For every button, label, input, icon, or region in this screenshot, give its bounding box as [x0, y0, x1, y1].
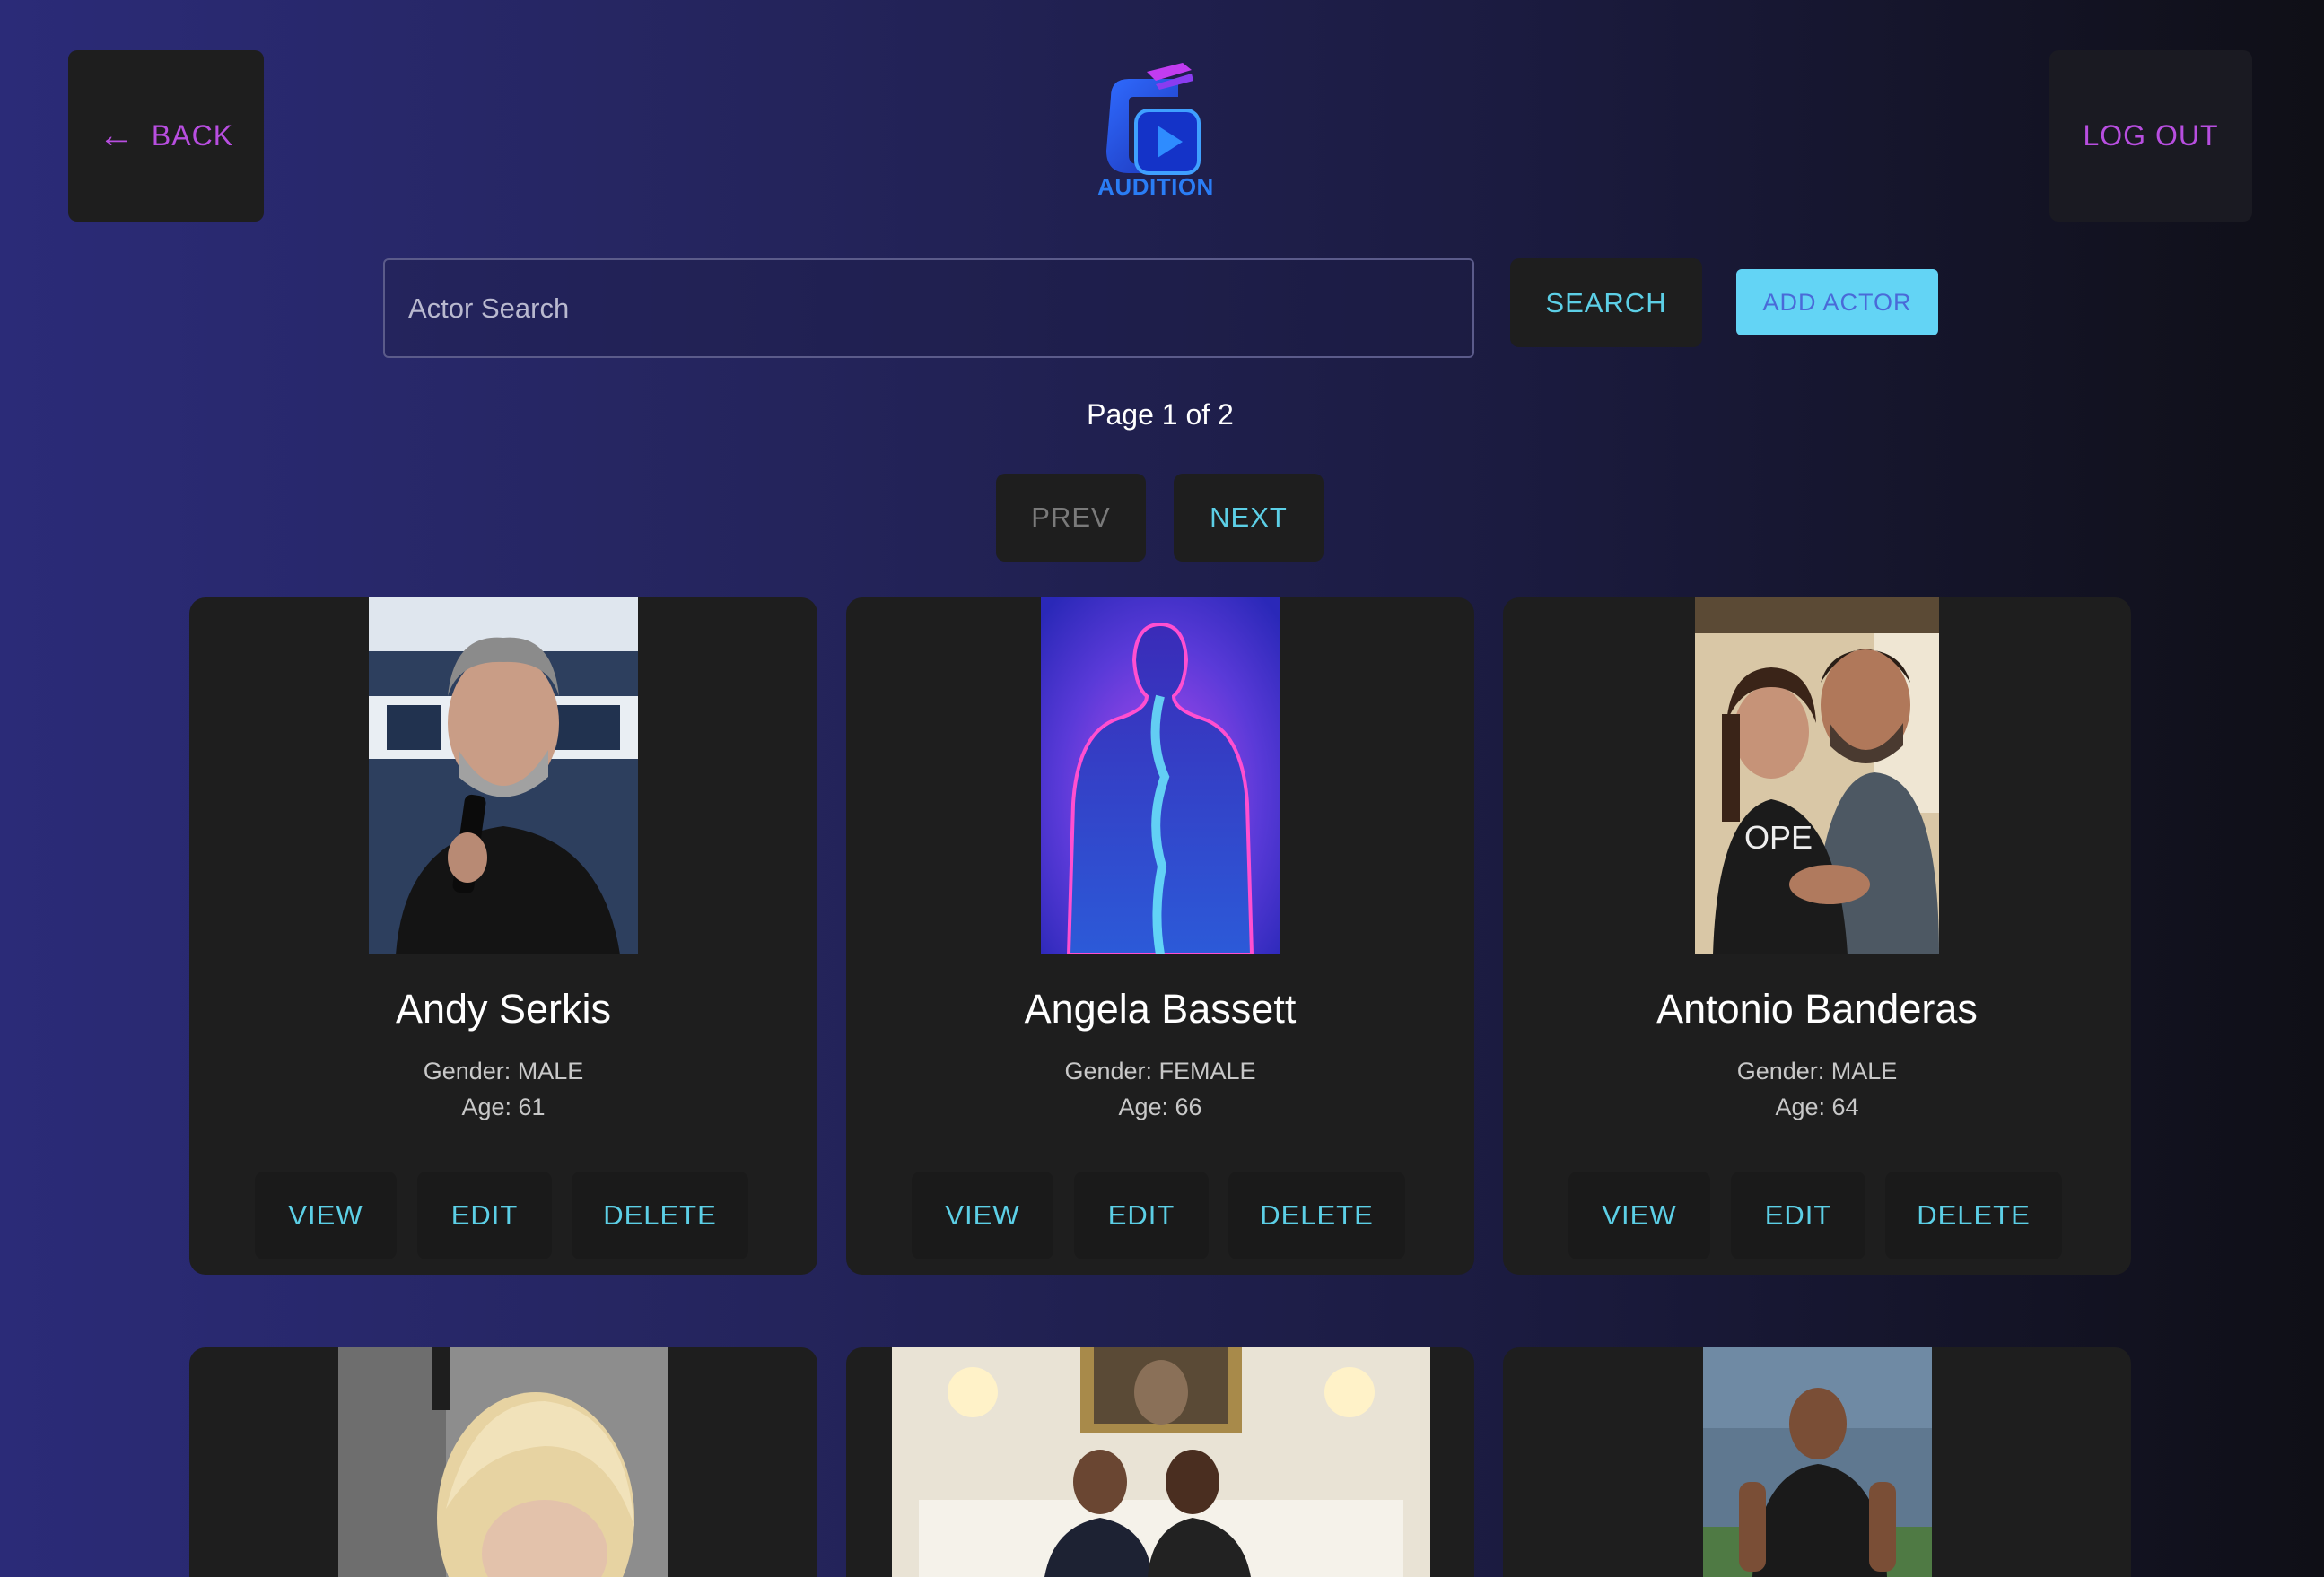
search-button[interactable]: SEARCH: [1510, 258, 1702, 347]
actor-name: Antonio Banderas: [1656, 986, 1978, 1032]
actor-name: Angela Bassett: [1024, 986, 1297, 1032]
edit-button[interactable]: EDIT: [417, 1172, 552, 1259]
actor-name: Andy Serkis: [395, 986, 612, 1032]
actor-photo: [892, 1347, 1430, 1577]
actor-card: [1503, 1347, 2131, 1577]
delete-button[interactable]: DELETE: [1885, 1172, 2062, 1259]
actor-photo: OPE: [1695, 597, 1939, 954]
delete-button[interactable]: DELETE: [1228, 1172, 1405, 1259]
arrow-left-icon: ←: [98, 116, 135, 155]
actor-photo: [338, 1347, 668, 1577]
actor-age: Age: 64: [1775, 1093, 1859, 1120]
actor-card: OPE Antonio Banderas Gender: MALE Age: 6…: [1503, 597, 2131, 1275]
back-button[interactable]: ← BACK: [68, 50, 264, 222]
actor-card: [846, 1347, 1474, 1577]
actor-gender: Gender: MALE: [423, 1058, 584, 1085]
edit-button[interactable]: EDIT: [1731, 1172, 1865, 1259]
actor-photo: [1703, 1347, 1932, 1577]
next-page-button[interactable]: NEXT: [1174, 474, 1324, 562]
view-button[interactable]: VIEW: [1568, 1172, 1710, 1259]
actor-photo: [1041, 597, 1280, 954]
back-label: BACK: [151, 119, 234, 152]
actor-gender: Gender: FEMALE: [1064, 1058, 1256, 1085]
view-button[interactable]: VIEW: [255, 1172, 397, 1259]
actor-card: Angela Bassett Gender: FEMALE Age: 66 VI…: [846, 597, 1474, 1275]
view-button[interactable]: VIEW: [912, 1172, 1053, 1259]
add-actor-button[interactable]: ADD ACTOR: [1736, 269, 1938, 335]
actor-card: Andy Serkis Gender: MALE Age: 61 VIEW ED…: [189, 597, 817, 1275]
actor-search-input[interactable]: Actor Search: [383, 258, 1474, 358]
logout-button[interactable]: LOG OUT: [2049, 50, 2252, 222]
actor-card: [189, 1347, 817, 1577]
delete-button[interactable]: DELETE: [572, 1172, 748, 1259]
svg-text:OPE: OPE: [1744, 819, 1813, 856]
prev-page-button[interactable]: PREV: [996, 474, 1146, 562]
actor-photo: [369, 597, 638, 954]
actor-gender: Gender: MALE: [1736, 1058, 1898, 1085]
actor-age: Age: 66: [1118, 1093, 1202, 1120]
edit-button[interactable]: EDIT: [1074, 1172, 1209, 1259]
actor-age: Age: 61: [461, 1093, 546, 1120]
page-indicator: Page 1 of 2: [1087, 398, 1234, 431]
logo-text: AUDITION: [1097, 173, 1214, 200]
